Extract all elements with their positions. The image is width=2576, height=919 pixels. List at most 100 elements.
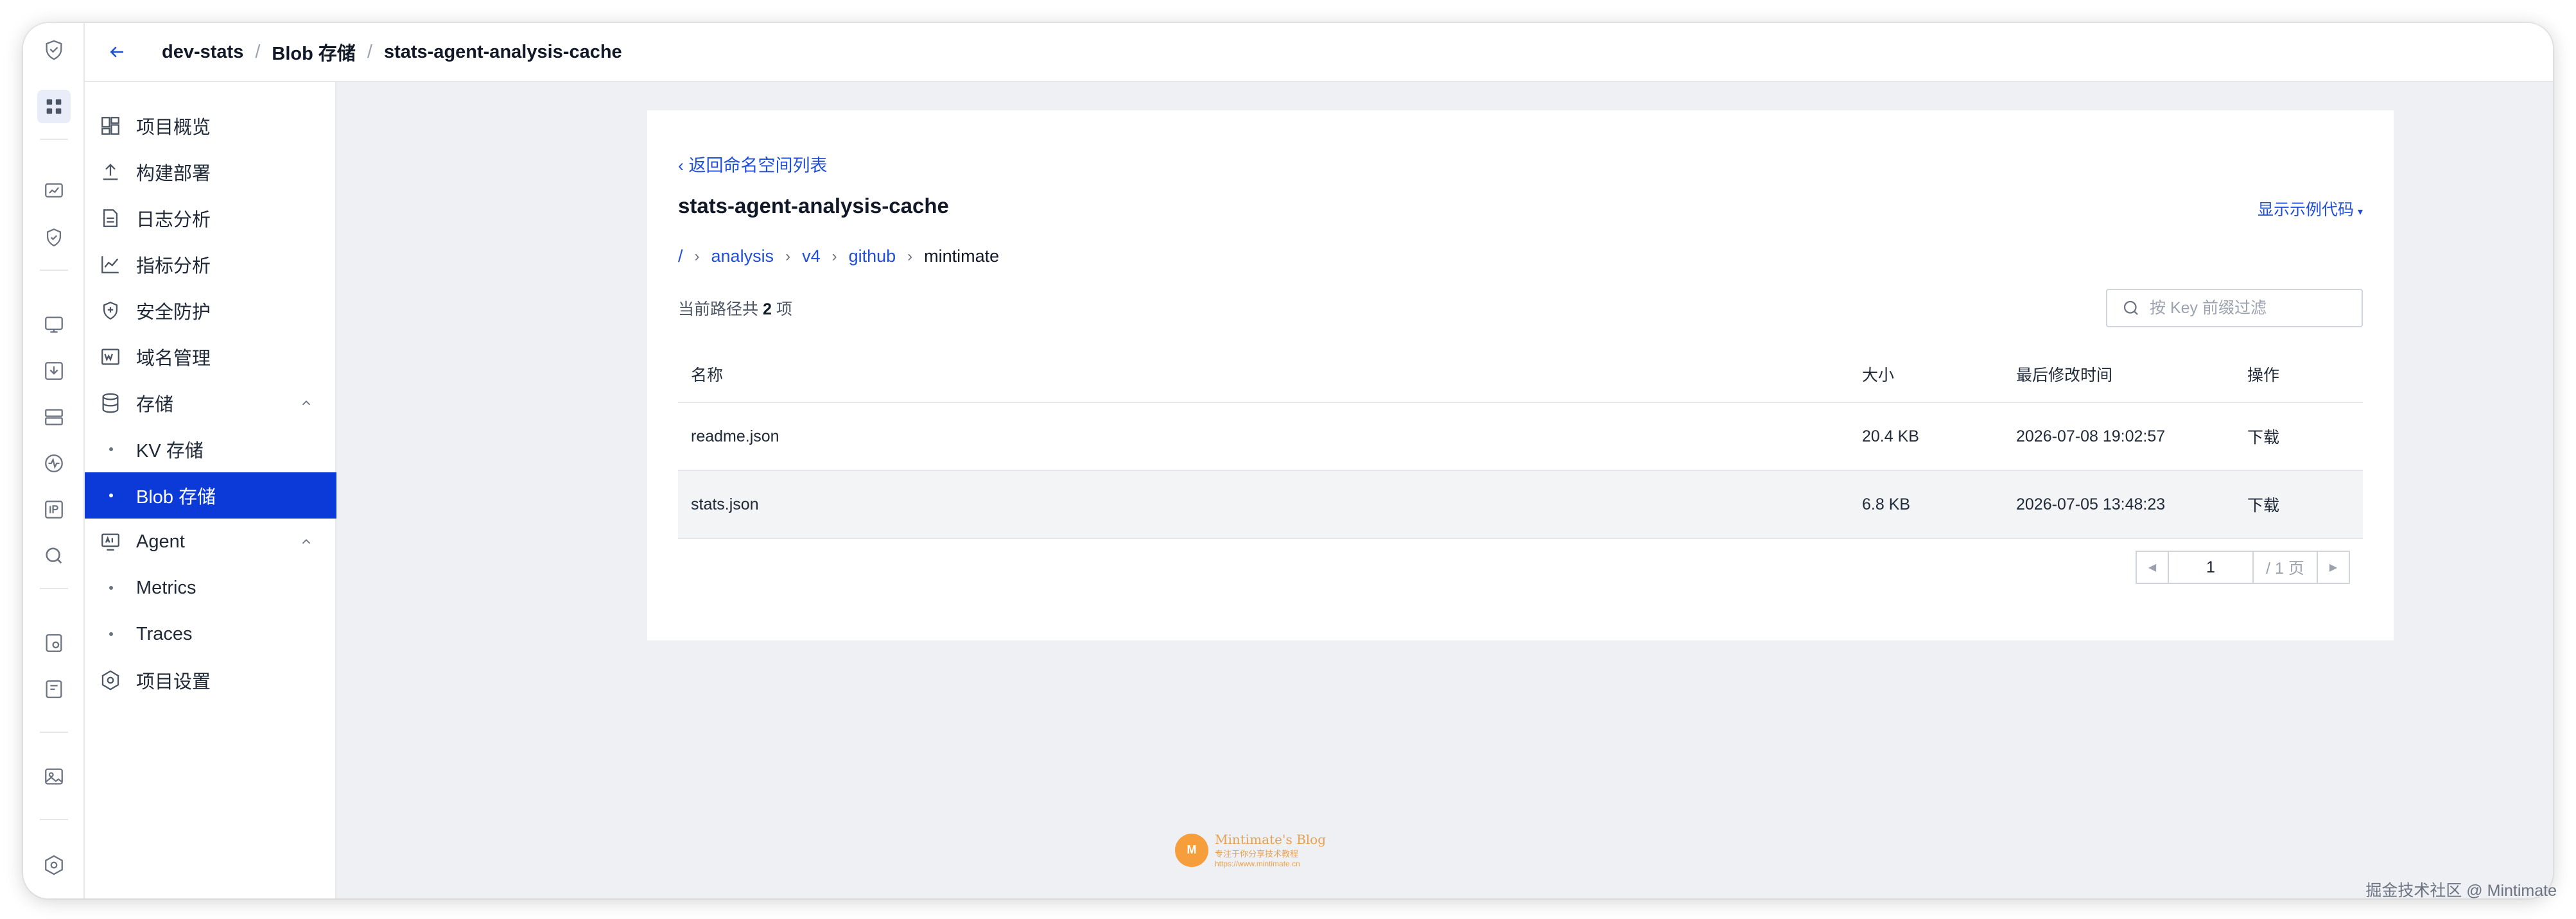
- page-number-input[interactable]: 1: [2169, 551, 2252, 584]
- shield-icon: [99, 299, 122, 322]
- key-filter-search[interactable]: [2106, 289, 2363, 327]
- key-prefix-input[interactable]: [2150, 298, 2355, 318]
- item-count-suffix: 项: [776, 300, 792, 318]
- page-title: stats-agent-analysis-cache: [678, 194, 949, 218]
- back-arrow-icon[interactable]: [104, 39, 130, 65]
- column-header-actions: 操作: [2247, 366, 2280, 384]
- chevron-up-icon: [302, 538, 311, 544]
- breadcrumb-project[interactable]: dev-stats: [162, 42, 243, 63]
- search-icon: [2123, 300, 2138, 315]
- hexagon-settings-icon[interactable]: [37, 848, 71, 882]
- sidebar-item-metrics[interactable]: Metrics: [85, 565, 336, 611]
- sidebar-item-overview[interactable]: 项目概览: [85, 103, 336, 149]
- sidebar-item-label: Traces: [136, 623, 193, 644]
- column-header-size: 大小: [1862, 366, 1895, 384]
- sidebar-item-label: 项目设置: [136, 672, 211, 692]
- item-count: 当前路径共 2 项: [678, 296, 792, 320]
- sidebar-item-label: 域名管理: [136, 348, 211, 369]
- path-segment-link[interactable]: v4: [802, 246, 821, 266]
- chevron-up-icon: [302, 400, 311, 406]
- watermark-subtitle: 专注于你分享技术教程: [1215, 849, 1299, 859]
- files-table: 名称 大小 最后修改时间 操作 readme.json 20.4 KB 2026…: [678, 347, 2363, 539]
- pulse-icon[interactable]: [37, 447, 71, 480]
- rail-divider: [40, 588, 68, 589]
- sidebar-item-domains[interactable]: 域名管理: [85, 334, 336, 380]
- sidebar-item-logs[interactable]: 日志分析: [85, 195, 336, 241]
- sidebar-item-traces[interactable]: Traces: [85, 611, 336, 657]
- breadcrumb-namespace: stats-agent-analysis-cache: [383, 41, 622, 62]
- sidebar: 项目概览 构建部署 日志分析 指标分析 安全防护 域名管理 存储 KV 存储 B…: [85, 82, 336, 898]
- settings-doc-icon[interactable]: [37, 626, 71, 660]
- agent-icon: [99, 530, 122, 553]
- database-icon: [99, 391, 122, 415]
- path-current: mintimate: [924, 246, 1000, 266]
- sidebar-item-storage[interactable]: 存储: [85, 380, 336, 426]
- breadcrumb-blob-storage[interactable]: Blob 存储: [272, 39, 356, 65]
- settings-icon: [99, 669, 122, 692]
- path-separator: ›: [785, 247, 791, 265]
- sidebar-item-label: 安全防护: [136, 302, 211, 323]
- sidebar-item-settings[interactable]: 项目设置: [85, 657, 336, 703]
- upload-icon: [99, 160, 122, 184]
- file-name: stats.json: [691, 495, 759, 513]
- back-to-namespaces-link[interactable]: ‹ 返回命名空间列表: [678, 151, 828, 176]
- show-sample-code-button[interactable]: 显示示例代码 ▾: [2258, 197, 2363, 220]
- breadcrumb-separator: /: [255, 41, 261, 62]
- sidebar-item-label: 日志分析: [136, 210, 211, 230]
- sidebar-item-label: 构建部署: [136, 164, 211, 184]
- download-link[interactable]: 下载: [2247, 403, 2279, 470]
- rail-divider: [40, 819, 68, 820]
- download-link[interactable]: 下载: [2247, 471, 2279, 538]
- screen-icon[interactable]: [37, 308, 71, 341]
- report-icon[interactable]: [37, 673, 71, 706]
- file-size: 6.8 KB: [1862, 495, 1911, 513]
- path-segment-link[interactable]: analysis: [711, 246, 774, 266]
- table-row: stats.json 6.8 KB 2026-07-05 13:48:23 下载: [678, 471, 2363, 539]
- sidebar-item-label: Metrics: [136, 577, 196, 598]
- column-header-modified: 最后修改时间: [2016, 366, 2113, 384]
- sidebar-item-security[interactable]: 安全防护: [85, 288, 336, 334]
- file-size: 20.4 KB: [1862, 427, 1919, 445]
- monitor-chart-icon[interactable]: [37, 175, 71, 208]
- path-segment-link[interactable]: github: [849, 246, 896, 266]
- breadcrumb-separator: /: [367, 41, 372, 62]
- rail-divider: [40, 732, 68, 733]
- column-header-name: 名称: [691, 366, 724, 384]
- shield-check-icon[interactable]: [37, 221, 71, 254]
- sidebar-item-label: 项目概览: [136, 117, 211, 138]
- sidebar-item-metrics-analysis[interactable]: 指标分析: [85, 241, 336, 288]
- item-count-prefix: 当前路径共: [678, 300, 759, 318]
- sidebar-item-label: 指标分析: [136, 256, 211, 277]
- watermark-title: Mintimate's Blog: [1215, 832, 1327, 847]
- sidebar-item-label: Agent: [136, 531, 185, 552]
- sidebar-item-agent[interactable]: Agent: [85, 519, 336, 565]
- server-icon[interactable]: [37, 400, 71, 434]
- rail-divider: [40, 270, 68, 271]
- top-bar: dev-stats / Blob 存储 / stats-agent-analys…: [85, 23, 2553, 82]
- next-page-button[interactable]: ▶: [2317, 551, 2350, 584]
- download-box-icon[interactable]: [37, 354, 71, 388]
- sidebar-item-deploy[interactable]: 构建部署: [85, 149, 336, 195]
- image-icon[interactable]: [37, 760, 71, 793]
- ip-icon[interactable]: [37, 493, 71, 526]
- path-root-link[interactable]: /: [678, 246, 683, 266]
- logo-icon[interactable]: [37, 33, 71, 67]
- sidebar-item-label: KV 存储: [136, 441, 204, 461]
- main-content: ‹ 返回命名空间列表 stats-agent-analysis-cache 显示…: [336, 82, 2553, 898]
- file-name: readme.json: [691, 427, 779, 445]
- bullet-dot: [109, 586, 113, 590]
- watermark-text: Mintimate's Blog 专注于你分享技术教程 https://www.…: [1215, 832, 1326, 868]
- watermark-url: https://www.mintimate.cn: [1215, 859, 1300, 868]
- path-separator: ›: [694, 247, 700, 265]
- apps-grid-icon[interactable]: [37, 90, 71, 123]
- sidebar-item-blob-storage[interactable]: Blob 存储: [85, 472, 336, 519]
- file-modified: 2026-07-05 13:48:23: [2016, 495, 2166, 513]
- icon-rail: [23, 23, 85, 898]
- prev-page-button[interactable]: ◀: [2136, 551, 2169, 584]
- app-window: dev-stats / Blob 存储 / stats-agent-analys…: [23, 23, 2553, 898]
- pagination: ◀ 1 / 1 页 ▶: [2136, 551, 2350, 584]
- document-icon: [99, 207, 122, 230]
- rail-divider: [40, 139, 68, 140]
- search-icon[interactable]: [37, 539, 71, 572]
- sidebar-item-kv-storage[interactable]: KV 存储: [85, 426, 336, 472]
